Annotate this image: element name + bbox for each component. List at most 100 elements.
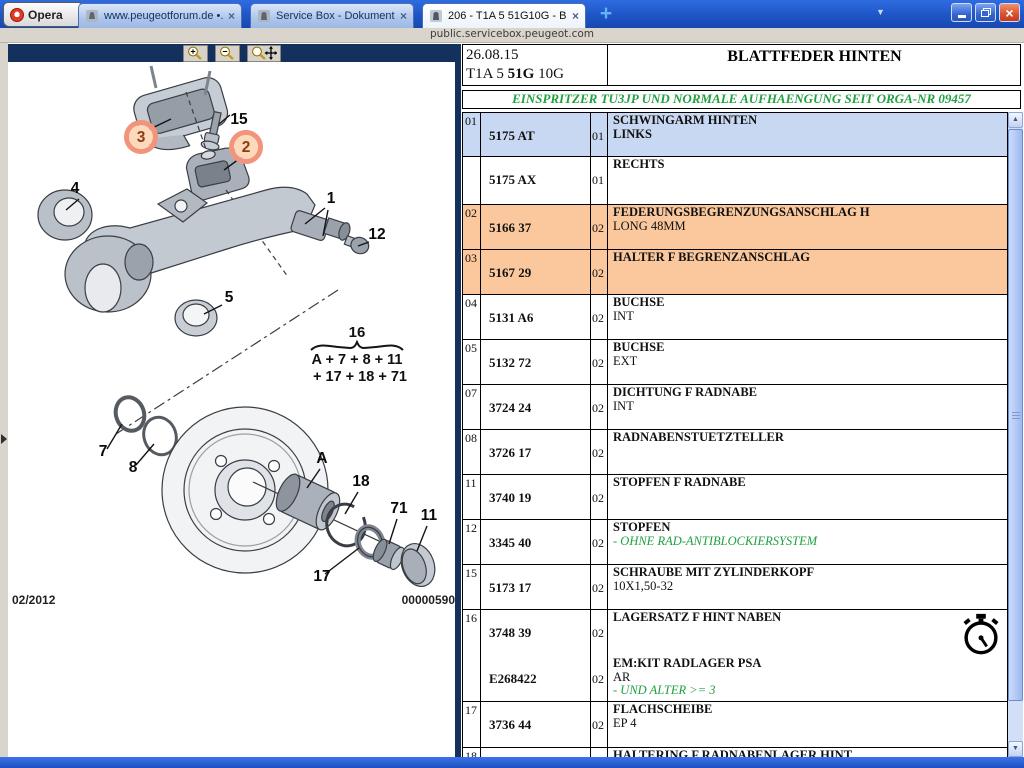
description-line: DICHTUNG F RADNABE: [613, 386, 1007, 400]
description-line: SCHWINGARM HINTEN: [613, 114, 1007, 128]
row-ref: [463, 157, 481, 204]
callout-label-3[interactable]: 3: [137, 129, 146, 146]
zoom-out-icon: [219, 46, 236, 60]
callout-label-7: 7: [99, 443, 108, 460]
row-ref: 16: [463, 610, 481, 656]
close-button[interactable]: ×: [999, 3, 1020, 22]
table-scrollbar[interactable]: ▲ ▼: [1008, 112, 1023, 757]
part-number[interactable]: 3736 44: [481, 702, 591, 747]
description-line: STOPFEN: [613, 521, 1007, 535]
part-number[interactable]: 5175 AX: [481, 157, 591, 204]
window-bottom-border: [0, 757, 1024, 768]
part-number[interactable]: 3724 24: [481, 385, 591, 429]
table-row[interactable]: E26842202EM:KIT RADLAGER PSAAR- UND ALTE…: [463, 656, 1007, 702]
scroll-down-button[interactable]: ▼: [1008, 741, 1023, 757]
table-row[interactable]: 5175 AX01RECHTS: [463, 157, 1007, 205]
table-row[interactable]: 035167 2902HALTER F BEGRENZANSCHLAG: [463, 250, 1007, 295]
tab-peugeotforum[interactable]: www.peugeotforum.de •... ×: [78, 3, 242, 28]
panel-divider: [455, 44, 461, 757]
table-row[interactable]: 025166 3702FEDERUNGSBEGRENZUNGSANSCHLAG …: [463, 205, 1007, 250]
row-ref: 05: [463, 340, 481, 384]
row-description: BUCHSEEXT: [608, 340, 1007, 384]
callout-label-71: 71: [390, 500, 408, 517]
row-ref: [463, 656, 481, 701]
tab-close-icon[interactable]: ×: [572, 9, 579, 23]
part-number[interactable]: 5173 17: [481, 565, 591, 609]
scrollbar-thumb[interactable]: [1008, 129, 1023, 701]
address-bar[interactable]: public.servicebox.peugeot.com: [0, 28, 1024, 43]
row-quantity: 02: [591, 475, 608, 519]
part-number[interactable]: 3345 40: [481, 520, 591, 564]
table-row[interactable]: 123345 4002STOPFEN- OHNE RAD-ANTIBLOCKIE…: [463, 520, 1007, 565]
table-row[interactable]: 18HALTERING F RADNABENLAGER HINT: [463, 748, 1007, 757]
description-line: - OHNE RAD-ANTIBLOCKIERSYSTEM: [613, 535, 1007, 549]
row-quantity: 02: [591, 656, 608, 701]
part-number[interactable]: [481, 748, 591, 757]
callout-label-4: 4: [71, 180, 80, 197]
tab-servicebox[interactable]: Service Box - Dokumenta... ×: [250, 3, 414, 28]
table-row[interactable]: 015175 AT01SCHWINGARM HINTENLINKS: [463, 113, 1007, 157]
opera-window: Opera www.peugeotforum.de •... × Service…: [0, 0, 1024, 768]
table-row[interactable]: 163748 3902LAGERSATZ F HINT NABEN: [463, 610, 1007, 656]
opera-menu-label: Opera: [28, 8, 63, 22]
row-quantity: 02: [591, 565, 608, 609]
expand-panel-arrow-icon[interactable]: [1, 434, 7, 444]
description-line: BUCHSE: [613, 296, 1007, 310]
part-number[interactable]: 5167 29: [481, 250, 591, 294]
tab-206-parts[interactable]: 206 - T1A 5 51G10G - BL... ×: [422, 3, 586, 28]
favicon-icon: [257, 9, 271, 23]
zoom-in-icon: [187, 46, 204, 60]
row-quantity: 02: [591, 340, 608, 384]
table-row[interactable]: 045131 A602BUCHSEINT: [463, 295, 1007, 340]
table-row[interactable]: 173736 4402FLACHSCHEIBEEP 4: [463, 702, 1007, 748]
zoom-pan-icon: [251, 46, 277, 60]
diagram-canvas[interactable]: 16 A + 7 + 8 + 11 + 17 + 18 + 71 3152411…: [8, 62, 455, 757]
part-number[interactable]: 3740 19: [481, 475, 591, 519]
part-number[interactable]: 5132 72: [481, 340, 591, 384]
part-number[interactable]: 5131 A6: [481, 295, 591, 339]
part-number[interactable]: 5166 37: [481, 205, 591, 249]
row-ref: 02: [463, 205, 481, 249]
row-description: LAGERSATZ F HINT NABEN: [608, 610, 1007, 656]
description-line: LINKS: [613, 128, 1007, 142]
row-quantity: 02: [591, 250, 608, 294]
applicability-banner: EINSPRITZER TU3JP UND NORMALE AUFHAENGUN…: [462, 90, 1021, 109]
callout-label-2[interactable]: 2: [242, 139, 251, 156]
table-row[interactable]: 155173 1702SCHRAUBE MIT ZYLINDERKOPF10X1…: [463, 565, 1007, 610]
new-tab-button[interactable]: +: [595, 4, 617, 26]
row-description: BUCHSEINT: [608, 295, 1007, 339]
row-ref: 11: [463, 475, 481, 519]
zoom-out-button[interactable]: [215, 45, 240, 62]
minimize-button[interactable]: [951, 3, 972, 22]
group16-label: 16: [349, 324, 366, 341]
part-number[interactable]: E268422: [481, 656, 591, 701]
catalog-date: 26.08.15: [466, 46, 607, 65]
description-line: INT: [613, 400, 1007, 414]
tab-title: www.peugeotforum.de •...: [104, 10, 223, 22]
chevron-down-icon[interactable]: ▼: [876, 7, 885, 17]
row-ref: 08: [463, 430, 481, 474]
table-row[interactable]: 073724 2402DICHTUNG F RADNABEINT: [463, 385, 1007, 430]
table-row[interactable]: 055132 7202BUCHSEEXT: [463, 340, 1007, 385]
part-number[interactable]: 5175 AT: [481, 113, 591, 156]
restore-button[interactable]: [975, 3, 996, 22]
zoom-pan-button[interactable]: [247, 45, 281, 62]
row-description: SCHWINGARM HINTENLINKS: [608, 113, 1007, 156]
table-row[interactable]: 083726 1702RADNABENSTUETZTELLER: [463, 430, 1007, 475]
callout-label-1: 1: [327, 190, 336, 207]
row-ref: 18: [463, 748, 481, 757]
zoom-in-button[interactable]: [183, 45, 208, 62]
row-ref: 07: [463, 385, 481, 429]
table-row[interactable]: 113740 1902STOPFEN F RADNABE: [463, 475, 1007, 520]
tab-close-icon[interactable]: ×: [228, 9, 235, 23]
close-icon: ×: [1005, 6, 1013, 20]
part-number[interactable]: 3748 39: [481, 610, 591, 656]
tab-close-icon[interactable]: ×: [400, 9, 407, 23]
opera-menu-button[interactable]: Opera: [3, 2, 83, 27]
callout-label-5: 5: [225, 289, 234, 306]
scroll-up-button[interactable]: ▲: [1008, 112, 1023, 128]
part-number[interactable]: 3726 17: [481, 430, 591, 474]
description-line: INT: [613, 310, 1007, 324]
row-ref: 12: [463, 520, 481, 564]
description-line: LAGERSATZ F HINT NABEN: [613, 611, 1007, 625]
